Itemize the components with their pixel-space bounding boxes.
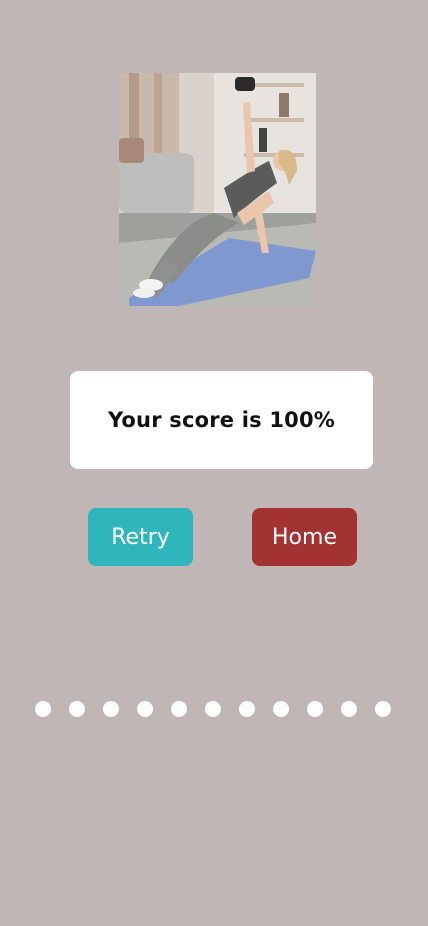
pagination-dots — [35, 701, 392, 717]
pagination-dot[interactable] — [205, 701, 221, 717]
pagination-dot[interactable] — [137, 701, 153, 717]
pagination-dot[interactable] — [375, 701, 391, 717]
pagination-dot[interactable] — [35, 701, 51, 717]
pagination-dot[interactable] — [273, 701, 289, 717]
pagination-dot[interactable] — [239, 701, 255, 717]
exercise-photo — [119, 73, 316, 306]
score-text: Your score is 100% — [107, 408, 336, 432]
pagination-dot[interactable] — [69, 701, 85, 717]
pagination-dot[interactable] — [103, 701, 119, 717]
score-card: Your score is 100% — [70, 371, 373, 469]
pagination-dot[interactable] — [341, 701, 357, 717]
pagination-dot[interactable] — [171, 701, 187, 717]
pagination-dot[interactable] — [307, 701, 323, 717]
home-button[interactable]: Home — [252, 508, 357, 566]
retry-button[interactable]: Retry — [88, 508, 193, 566]
